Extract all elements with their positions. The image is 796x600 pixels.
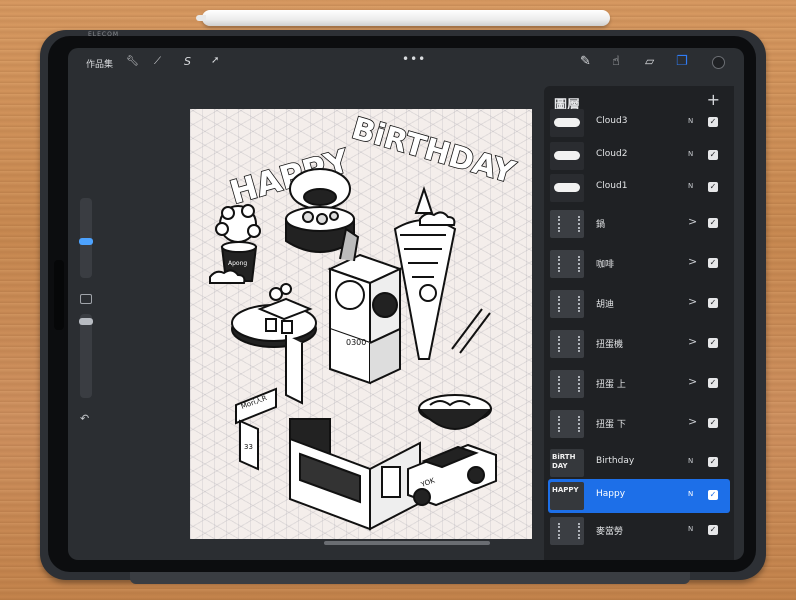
layer-visibility-checkbox[interactable]: ✓ bbox=[708, 490, 718, 500]
cup-text: Apong bbox=[228, 260, 247, 267]
layer-thumbnail[interactable] bbox=[550, 290, 584, 318]
layer-row-2[interactable]: Cloud2 N ✓ bbox=[548, 139, 730, 173]
machine-text: 0300 bbox=[346, 338, 366, 347]
layer-name: Cloud2 bbox=[596, 149, 628, 159]
layer-name: Birthday bbox=[596, 456, 635, 466]
layer-visibility-checkbox[interactable]: ✓ bbox=[708, 150, 718, 160]
undo-icon[interactable]: ↶ bbox=[80, 412, 89, 425]
wrench-icon[interactable]: 🔧︎ bbox=[126, 56, 139, 67]
layer-thumbnail[interactable] bbox=[550, 250, 584, 278]
layer-row-4[interactable]: 鍋 > ✓ bbox=[548, 207, 730, 241]
layer-row-12[interactable]: 麥當勞 N ✓ bbox=[548, 514, 730, 548]
left-sidebar: ↶ bbox=[76, 194, 96, 444]
brush-icon[interactable]: ✎ bbox=[580, 54, 591, 69]
layer-visibility-checkbox[interactable]: ✓ bbox=[708, 457, 718, 467]
layer-name: 扭蛋 下 bbox=[596, 420, 626, 430]
layer-name: 麥當勞 bbox=[596, 527, 624, 537]
opacity-knob[interactable] bbox=[79, 318, 93, 325]
blend-mode-button[interactable]: N bbox=[688, 457, 693, 465]
brush-size-knob[interactable] bbox=[79, 238, 93, 245]
layers-icon[interactable]: ❐ bbox=[676, 54, 688, 69]
layer-visibility-checkbox[interactable]: ✓ bbox=[708, 378, 718, 388]
blend-mode-button[interactable]: N bbox=[688, 182, 693, 190]
layer-row-8[interactable]: 扭蛋 上 > ✓ bbox=[548, 367, 730, 401]
layer-thumbnail[interactable] bbox=[550, 410, 584, 438]
layer-visibility-checkbox[interactable]: ✓ bbox=[708, 525, 718, 535]
group-chevron-icon[interactable]: > bbox=[688, 215, 697, 228]
apple-pencil bbox=[196, 10, 610, 26]
layer-row-3[interactable]: Cloud1 N ✓ bbox=[548, 171, 730, 205]
layer-name: 胡迪 bbox=[596, 300, 615, 310]
tag-number: 33 bbox=[244, 443, 253, 451]
home-indicator[interactable] bbox=[324, 541, 490, 545]
blend-mode-button[interactable]: N bbox=[688, 525, 693, 533]
gallery-button[interactable]: 作品集 bbox=[86, 57, 113, 70]
eraser-icon[interactable]: ▱ bbox=[645, 54, 654, 68]
layer-visibility-checkbox[interactable]: ✓ bbox=[708, 338, 718, 348]
drawing-canvas[interactable]: HAPPY BiRTHDAY Apong 0300 Mori人R 33 YOK bbox=[190, 109, 532, 539]
layer-thumbnail[interactable]: HAPPY bbox=[550, 482, 584, 510]
layer-name: Cloud1 bbox=[596, 181, 628, 191]
layer-name: Happy bbox=[596, 489, 626, 499]
opacity-slider[interactable] bbox=[80, 314, 92, 398]
group-chevron-icon[interactable]: > bbox=[688, 415, 697, 428]
layer-visibility-checkbox[interactable]: ✓ bbox=[708, 298, 718, 308]
color-swatch[interactable] bbox=[712, 56, 725, 69]
selection-icon[interactable]: S bbox=[184, 55, 191, 68]
layer-visibility-checkbox[interactable]: ✓ bbox=[708, 117, 718, 127]
more-dots-icon[interactable]: ••• bbox=[402, 52, 426, 66]
layer-row-1[interactable]: Cloud3 N ✓ bbox=[548, 106, 730, 140]
layer-name: 鍋 bbox=[596, 220, 606, 230]
title-birthday: BiRTHDAY bbox=[348, 111, 520, 191]
front-camera bbox=[54, 260, 64, 330]
layer-thumbnail[interactable] bbox=[550, 370, 584, 398]
layer-row-10[interactable]: BiRTH DAY Birthday N ✓ bbox=[548, 446, 730, 480]
case-brand: ELECOM bbox=[88, 31, 120, 38]
smudge-icon[interactable]: ☝︎ bbox=[612, 54, 620, 69]
layer-row-9[interactable]: 扭蛋 下 > ✓ bbox=[548, 407, 730, 441]
layer-thumbnail[interactable] bbox=[550, 174, 584, 202]
layer-row-6[interactable]: 胡迪 > ✓ bbox=[548, 287, 730, 321]
layer-thumbnail[interactable] bbox=[550, 210, 584, 238]
layers-panel: 圖層 + Cloud3 N ✓ Cloud2 N ✓ Cloud1 N ✓ 鍋 > ✓ 咖啡 > ✓ 胡迪 > ✓… bbox=[544, 86, 734, 560]
magic-wand-icon[interactable]: ⟋ bbox=[154, 56, 161, 67]
group-chevron-icon[interactable]: > bbox=[688, 335, 697, 348]
layer-visibility-checkbox[interactable]: ✓ bbox=[708, 258, 718, 268]
illustration: HAPPY BiRTHDAY Apong 0300 Mori人R 33 YOK bbox=[209, 110, 520, 531]
top-toolbar: 作品集 🔧︎ ⟋ S ➚ ••• ✎ ☝︎ ▱ ❐ bbox=[68, 48, 744, 78]
group-chevron-icon[interactable]: > bbox=[688, 295, 697, 308]
procreate-screen: 作品集 🔧︎ ⟋ S ➚ ••• ✎ ☝︎ ▱ ❐ ↶ HAPPY BiRTHD… bbox=[68, 48, 744, 560]
layer-row-11[interactable]: HAPPY Happy N ✓ bbox=[548, 479, 730, 513]
layer-visibility-checkbox[interactable]: ✓ bbox=[708, 418, 718, 428]
arrow-cursor-icon[interactable]: ➚ bbox=[211, 55, 219, 66]
layer-name: 扭蛋機 bbox=[596, 340, 624, 350]
layer-thumbnail[interactable] bbox=[550, 330, 584, 358]
layer-thumbnail[interactable] bbox=[550, 142, 584, 170]
layer-thumbnail[interactable]: BiRTH DAY bbox=[550, 449, 584, 477]
layer-visibility-checkbox[interactable]: ✓ bbox=[708, 182, 718, 192]
layer-name: 咖啡 bbox=[596, 260, 615, 270]
blend-mode-button[interactable]: N bbox=[688, 117, 693, 125]
layer-thumbnail[interactable] bbox=[550, 517, 584, 545]
group-chevron-icon[interactable]: > bbox=[688, 255, 697, 268]
layer-visibility-checkbox[interactable]: ✓ bbox=[708, 218, 718, 228]
layer-thumbnail[interactable] bbox=[550, 109, 584, 137]
layer-row-7[interactable]: 扭蛋機 > ✓ bbox=[548, 327, 730, 361]
layer-name: Cloud3 bbox=[596, 116, 628, 126]
layer-row-5[interactable]: 咖啡 > ✓ bbox=[548, 247, 730, 281]
group-chevron-icon[interactable]: > bbox=[688, 375, 697, 388]
layer-name: 扭蛋 上 bbox=[596, 380, 626, 390]
blend-mode-button[interactable]: N bbox=[688, 490, 693, 498]
blend-mode-button[interactable]: N bbox=[688, 150, 693, 158]
modify-button[interactable] bbox=[80, 294, 92, 304]
